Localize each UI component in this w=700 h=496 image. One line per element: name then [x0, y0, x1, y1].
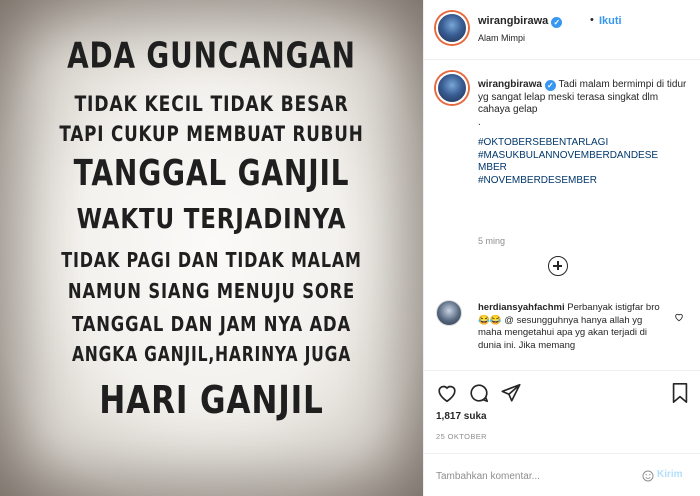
hashtag-link[interactable]: #MASUKBULANNOVEMBERDANDESE MBER — [478, 150, 688, 175]
author-avatar[interactable] — [436, 12, 468, 44]
smiley-icon[interactable] — [642, 469, 654, 487]
post-date[interactable]: 25 OKTOBER — [436, 432, 487, 441]
comment-icon[interactable] — [468, 382, 490, 409]
hashtag-link[interactable]: #NOVEMBERDESEMBER — [478, 175, 688, 188]
caption-body: wirangbirawa ✓ Tadi malam bermimpi di tid… — [478, 79, 688, 187]
comment-item: herdiansyahfachmi Perbanyak istigfar bro… — [436, 300, 694, 370]
comment-body: herdiansyahfachmi Perbanyak istigfar bro… — [478, 302, 668, 352]
caption-timestamp[interactable]: 5 ming — [478, 236, 505, 246]
poster-line-2: TIDAK KECIL TIDAK BESAR — [74, 92, 349, 116]
hashtag-november-desember[interactable]: #NOVEMBERDESEMBER — [478, 175, 597, 186]
bookmark-icon[interactable] — [670, 382, 690, 409]
poster-line-8: TANGGAL DAN JAM NYA ADA — [72, 312, 351, 336]
commenter-avatar[interactable] — [436, 300, 462, 326]
comment-input[interactable] — [436, 466, 636, 486]
send-comment-button[interactable]: Kirim — [657, 469, 683, 480]
like-count[interactable]: 1,817 suka — [436, 411, 487, 422]
share-icon[interactable] — [500, 382, 522, 409]
separator-dot: • — [590, 14, 594, 26]
poster-line-6: TIDAK PAGI DAN TIDAK MALAM — [61, 248, 362, 272]
caption-username[interactable]: wirangbirawa — [478, 79, 542, 90]
hashtag-link[interactable]: #OKTOBERSEBENTARLAGI — [478, 137, 688, 150]
verified-badge-icon: ✓ — [551, 17, 563, 28]
verified-badge-icon: ✓ — [544, 80, 556, 91]
post-image[interactable]: ADA GUNCANGAN TIDAK KECIL TIDAK BESAR TA… — [0, 0, 423, 496]
hashtag-masuk-bulan[interactable]: #MASUKBULANNOVEMBERDANDESE MBER — [478, 150, 658, 174]
heart-icon[interactable] — [436, 382, 458, 409]
poster-line-4: TANGGAL GANJIL — [73, 153, 350, 194]
poster-line-5: WAKTU TERJADINYA — [76, 202, 347, 235]
post-location[interactable]: Alam Mimpi — [478, 33, 525, 43]
add-comment-bar: Kirim — [424, 453, 700, 496]
post-actions-section: 1,817 suka 25 OKTOBER Kirim — [424, 370, 700, 496]
poster-line-9: ANGKA GANJIL,HARINYA JUGA — [71, 342, 352, 366]
commenter-username[interactable]: herdiansyahfachmi — [478, 302, 565, 313]
follow-button[interactable]: Ikuti — [599, 15, 622, 27]
action-icons-row — [436, 382, 689, 404]
author-username[interactable]: wirangbirawa ✓ — [478, 15, 563, 28]
poster-line-3: TAPI CUKUP MEMBUAT RUBUH — [59, 122, 364, 146]
poster-line-7: NAMUN SIANG MENUJU SORE — [67, 279, 356, 303]
caption-author-avatar[interactable] — [436, 72, 468, 104]
post-header: wirangbirawa ✓ • Ikuti Alam Mimpi — [424, 0, 700, 60]
poster-line-1: ADA GUNCANGAN — [67, 35, 356, 77]
post-side-panel: wirangbirawa ✓ • Ikuti Alam Mimpi wirangb… — [423, 0, 700, 496]
comment-heart-icon[interactable] — [674, 309, 684, 327]
poster-line-10: HARI GANJIL — [99, 378, 324, 422]
hashtag-oktober[interactable]: #OKTOBERSEBENTARLAGI — [478, 137, 608, 148]
caption-dot: . — [478, 116, 481, 128]
author-username-text[interactable]: wirangbirawa — [478, 15, 548, 27]
load-more-comments-plus-circle-icon[interactable] — [548, 256, 568, 276]
